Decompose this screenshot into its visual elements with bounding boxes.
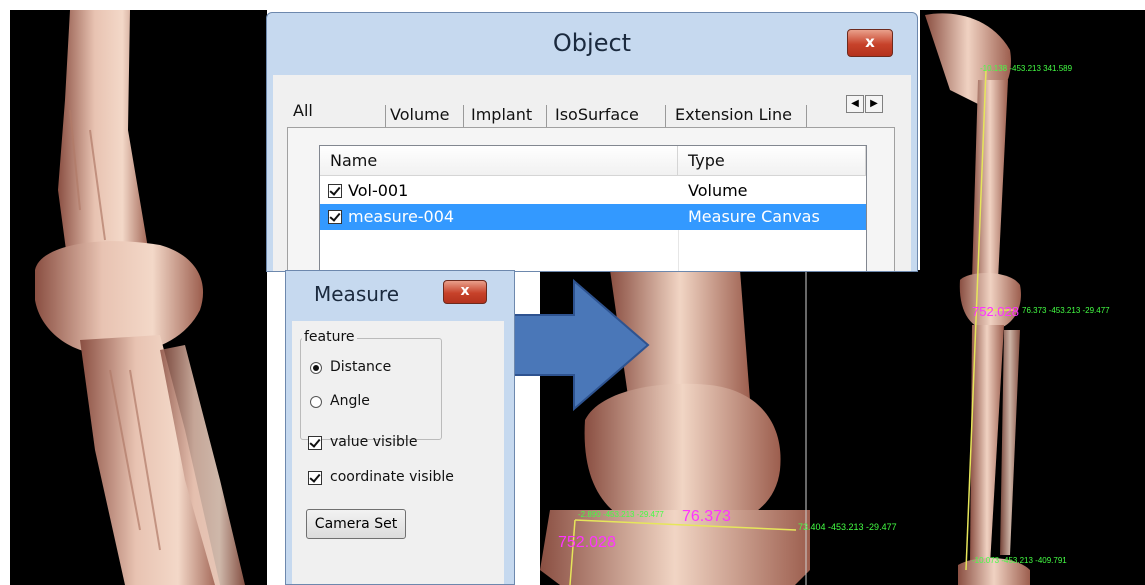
- measure-close-button[interactable]: x: [443, 280, 487, 304]
- knee-lateral-render: [10, 10, 267, 585]
- row-type: Measure Canvas: [688, 207, 820, 226]
- measure-window: Measure x feature Distance Angle value v…: [285, 270, 515, 585]
- leg-coord-mid: 76.373 -453.213 -29.477: [1022, 306, 1110, 315]
- tab-divider: [385, 105, 386, 127]
- leg-value-label: 752.028: [972, 304, 1019, 319]
- leg-coord-top: -10.138 -453.213 341.589: [980, 64, 1073, 73]
- object-window: Object x All Volume Implant IsoSurface E…: [266, 12, 918, 272]
- knee-lateral-bone-image: [35, 10, 245, 585]
- tab-divider: [546, 105, 547, 127]
- coordinate-visible-checkbox[interactable]: [308, 471, 322, 485]
- tab-divider: [806, 105, 807, 127]
- distance-label[interactable]: Distance: [330, 359, 391, 375]
- object-close-button[interactable]: x: [847, 29, 893, 57]
- tab-scroll-right-icon[interactable]: ▶: [865, 95, 883, 113]
- tab-extension-line[interactable]: Extension Line: [675, 101, 792, 129]
- value-visible-checkbox[interactable]: [308, 436, 322, 450]
- table-row[interactable]: Vol-001 Volume: [320, 178, 866, 204]
- row-checkbox[interactable]: [328, 184, 342, 198]
- measure-total-label: 752.028: [558, 534, 616, 551]
- leg-bone-image: [925, 13, 1030, 585]
- measure-window-body: feature Distance Angle value visible coo…: [292, 321, 504, 584]
- tab-isosurface[interactable]: IsoSurface: [555, 101, 639, 129]
- object-window-title: Object: [552, 29, 632, 57]
- row-checkbox[interactable]: [328, 210, 342, 224]
- object-list: Name Type Vol-001 Volume measure-004 Mea…: [319, 145, 867, 271]
- table-row-selected[interactable]: measure-004 Measure Canvas: [320, 204, 866, 230]
- feature-groupbox: [300, 338, 442, 440]
- feature-group-label: feature: [302, 329, 357, 345]
- coordinate-visible-label[interactable]: coordinate visible: [330, 469, 454, 485]
- tab-scroll-left-icon[interactable]: ◀: [846, 95, 864, 113]
- row-name: measure-004: [348, 207, 455, 226]
- tab-all[interactable]: All: [293, 97, 313, 125]
- tab-divider: [463, 105, 464, 127]
- tab-divider: [665, 105, 666, 127]
- angle-radio[interactable]: [310, 396, 322, 408]
- angle-label[interactable]: Angle: [330, 393, 370, 409]
- row-type: Volume: [688, 181, 748, 200]
- row-name: Vol-001: [348, 181, 409, 200]
- distance-radio[interactable]: [310, 362, 322, 374]
- tab-volume[interactable]: Volume: [390, 101, 450, 129]
- measure-coord-right: 73.404 -453.213 -29.477: [798, 522, 897, 532]
- column-header-type[interactable]: Type: [678, 146, 866, 176]
- measure-coord-left: -2.890 -453.213 -29.477: [578, 510, 664, 519]
- camera-set-button[interactable]: Camera Set: [306, 509, 406, 539]
- tab-implant[interactable]: Implant: [471, 101, 532, 129]
- value-visible-label[interactable]: value visible: [330, 434, 417, 450]
- measure-value-label: 76.373: [682, 508, 731, 525]
- type-column-divider: [678, 230, 679, 271]
- leg-coord-bottom: -10.073 -453.213 -409.791: [972, 556, 1067, 565]
- leg-full-render: -10.138 -453.213 341.589 752.028 76.373 …: [920, 10, 1145, 585]
- measure-window-title: Measure: [314, 282, 399, 306]
- column-header-name[interactable]: Name: [320, 146, 678, 176]
